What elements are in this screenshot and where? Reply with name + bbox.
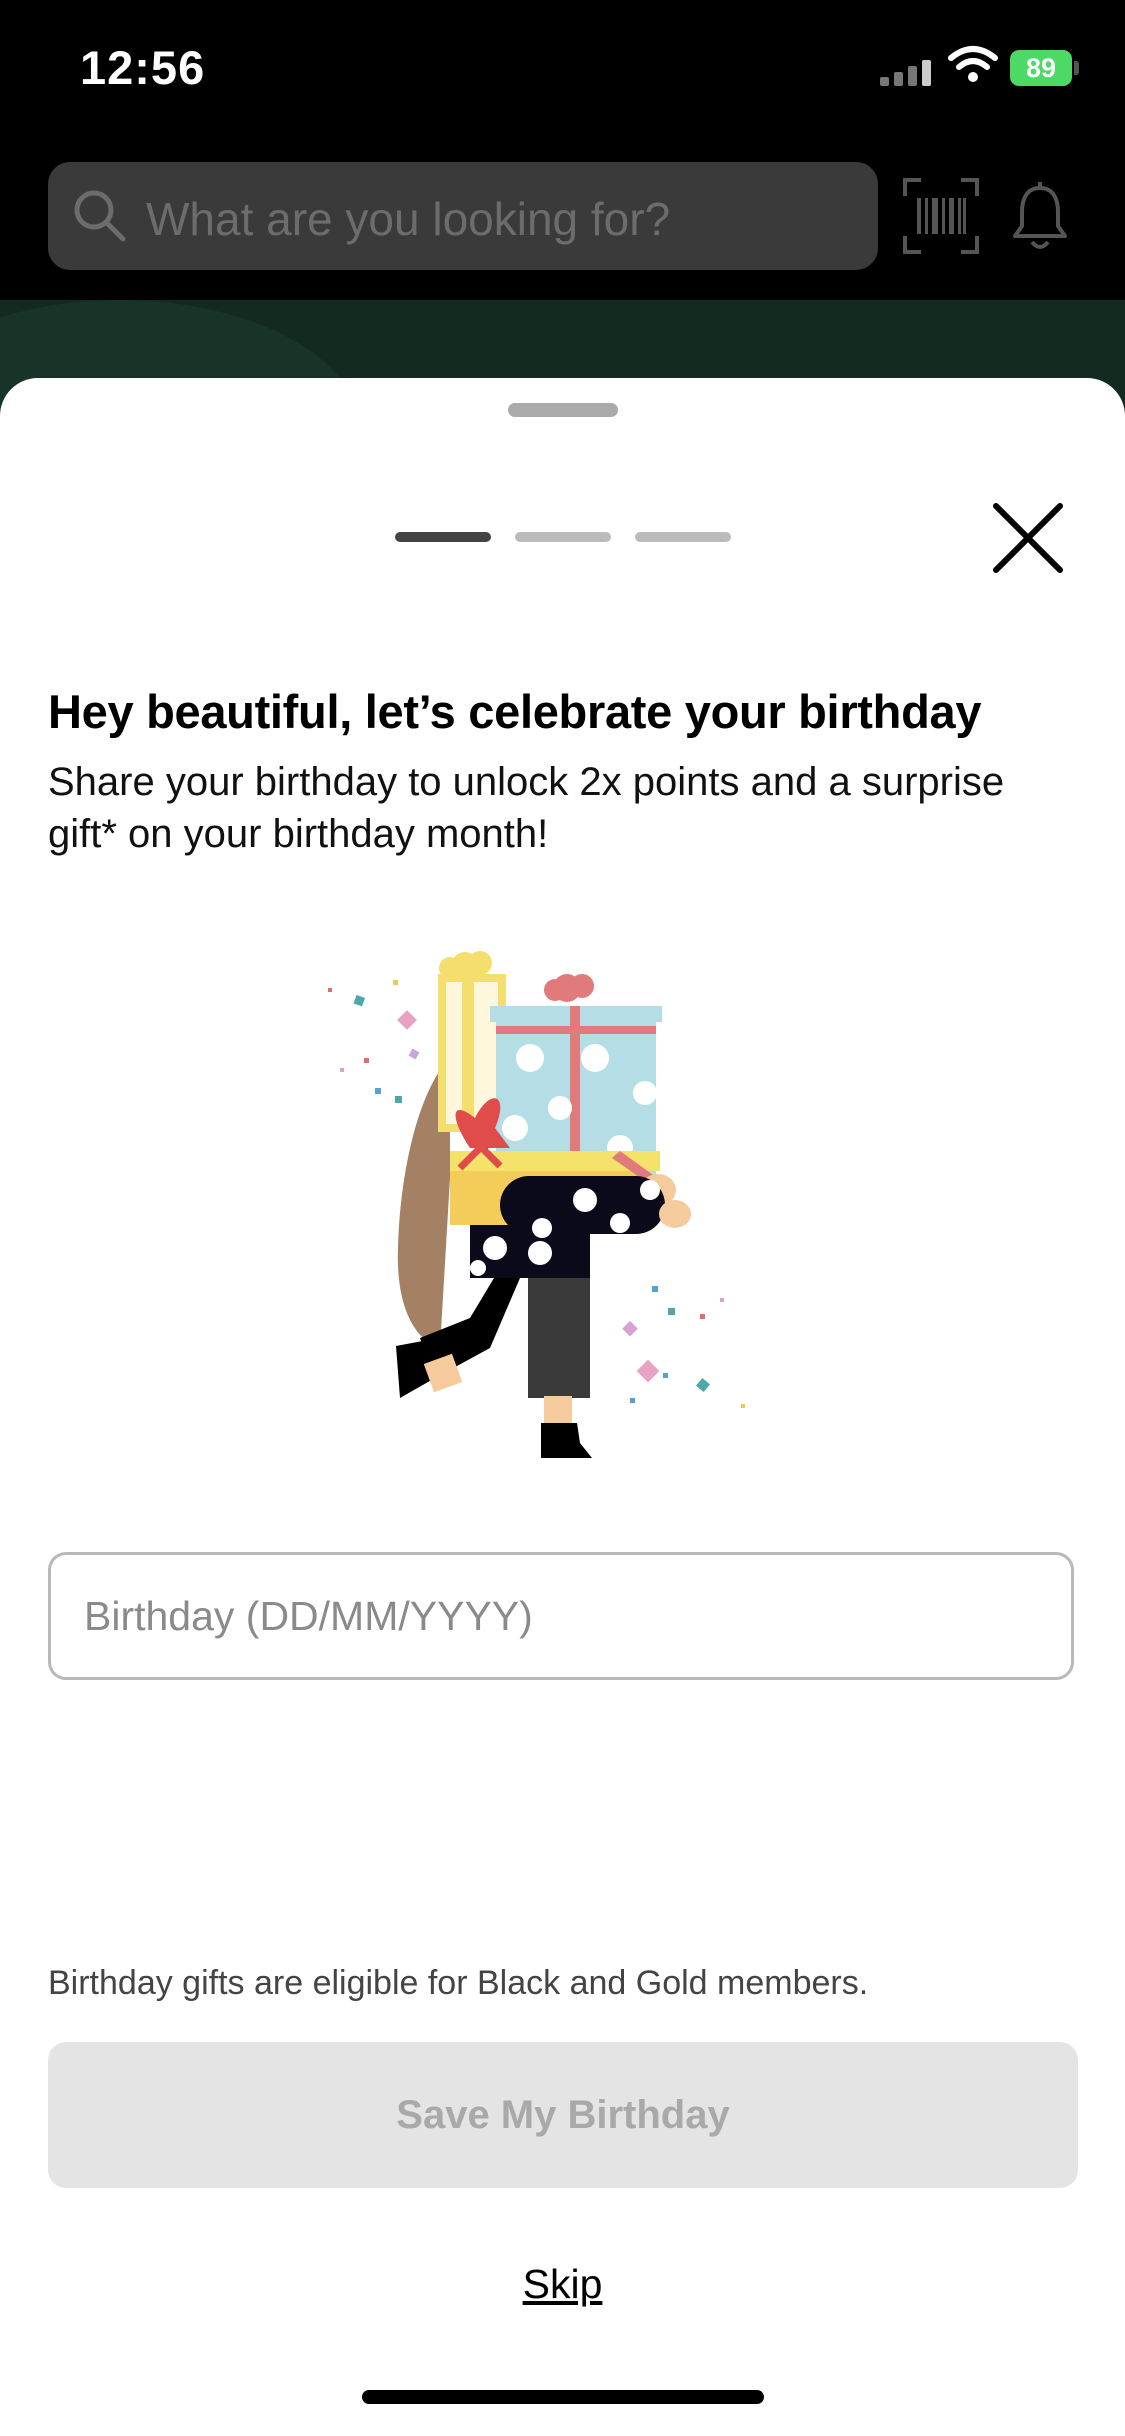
battery-tip (1074, 61, 1079, 75)
search-icon (74, 190, 126, 242)
status-time: 12:56 (80, 41, 206, 94)
battery-icon: 89 (1010, 50, 1080, 86)
battery-level: 89 (1010, 50, 1072, 86)
close-icon[interactable] (990, 500, 1066, 576)
wifi-icon (948, 46, 998, 82)
status-bar: 12:56 89 (0, 0, 1125, 140)
home-indicator (362, 2390, 764, 2404)
eligibility-note: Birthday gifts are eligible for Black an… (48, 1964, 869, 2002)
sheet-subtext: Share your birthday to unlock 2x points … (48, 760, 1005, 856)
bell-icon[interactable] (1010, 180, 1070, 252)
progress-step-1 (395, 532, 491, 542)
birthday-gifts-illustration (328, 951, 745, 1458)
sheet-headline: Hey beautiful, let’s celebrate your birt… (48, 685, 982, 738)
search-placeholder: What are you looking for? (146, 193, 671, 245)
barcode-scan-icon[interactable] (903, 178, 979, 254)
birthday-sheet: Hey beautiful, let’s celebrate your birt… (0, 378, 1125, 2436)
skip-link[interactable]: Skip (0, 2261, 1125, 2308)
signal-icon (880, 60, 931, 86)
search-bar[interactable]: What are you looking for? (48, 162, 878, 270)
progress-step-3 (635, 532, 731, 542)
progress-step-2 (515, 532, 611, 542)
save-birthday-button[interactable]: Save My Birthday (48, 2042, 1078, 2188)
birthday-input[interactable] (48, 1552, 1074, 1680)
sheet-grabber[interactable] (508, 403, 618, 417)
